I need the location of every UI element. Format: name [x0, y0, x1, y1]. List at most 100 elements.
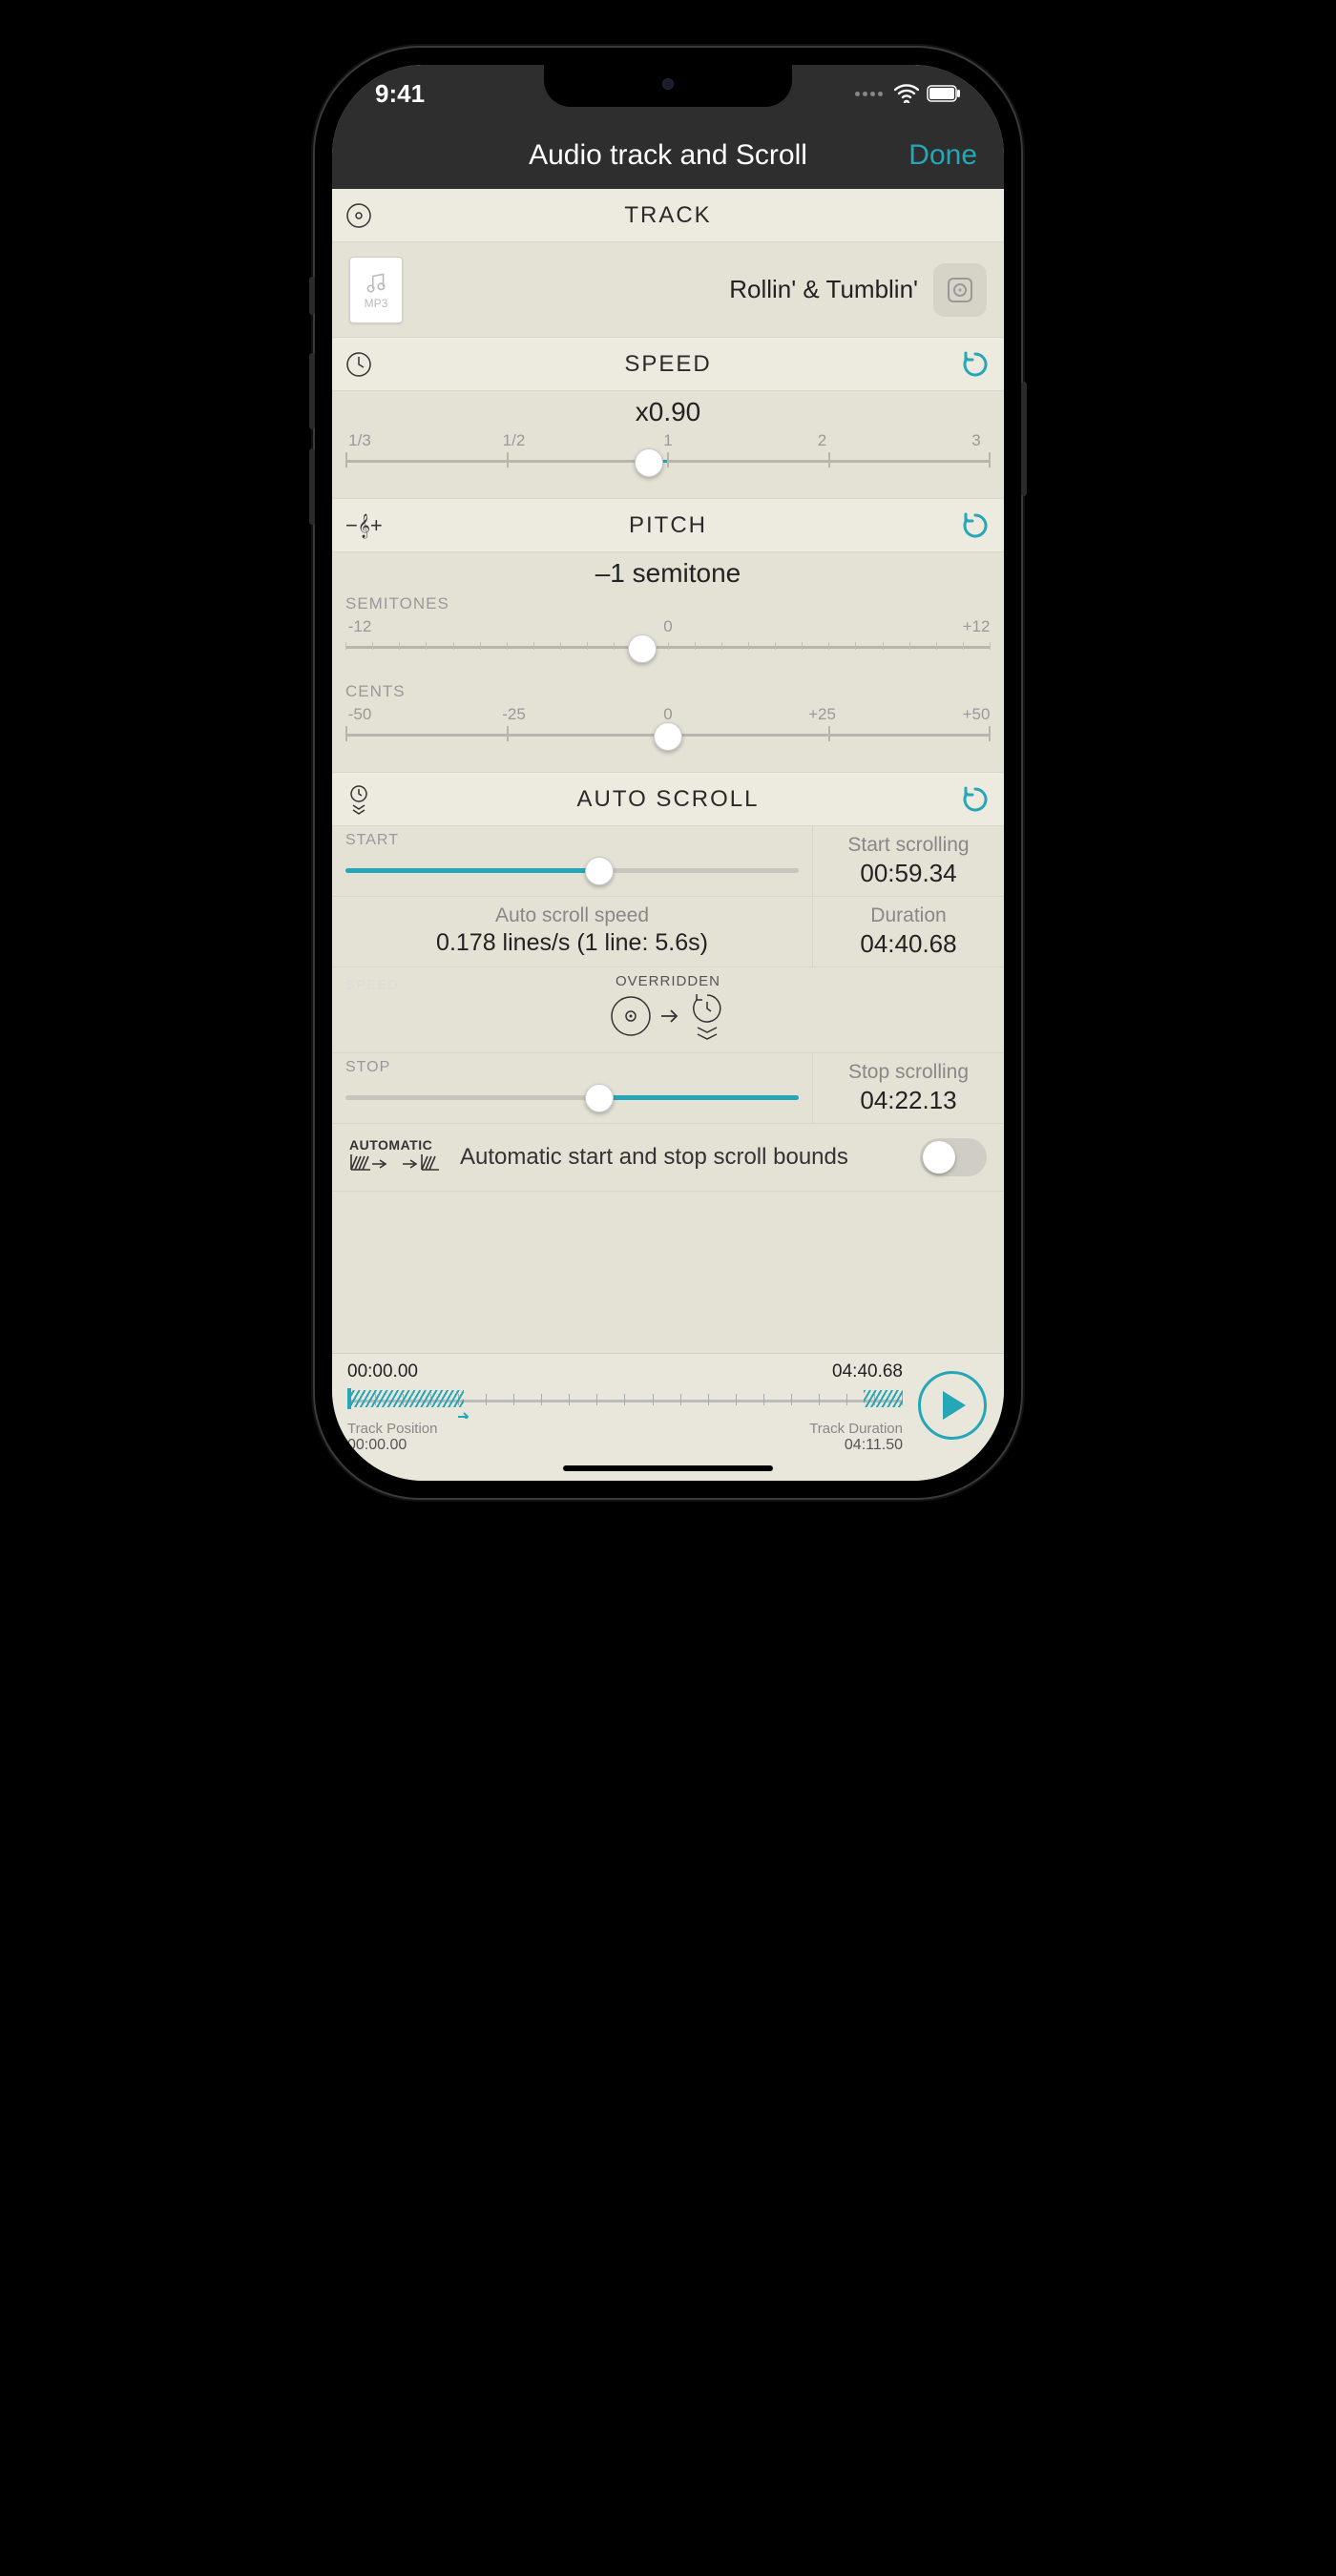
stop-scrolling-cell: Stop scrolling 04:22.13: [813, 1053, 1004, 1123]
page-title: Audio track and Scroll: [529, 139, 807, 172]
speed-reset-button[interactable]: [960, 349, 991, 380]
track-section-header: TRACK: [332, 189, 1004, 242]
pitch-panel: –1 semitone SEMITONES -12 0 +12 CENTS: [332, 552, 1004, 773]
volume-down-button: [309, 448, 315, 525]
tick-label: 1: [654, 431, 682, 450]
track-position-value: 00:00.00: [347, 1437, 407, 1454]
slider-thumb[interactable]: [628, 634, 657, 663]
disc-icon: [610, 995, 652, 1037]
slider-thumb[interactable]: [585, 857, 614, 885]
pitch-value: –1 semitone: [345, 558, 991, 589]
start-scrolling-value: 00:59.34: [825, 859, 992, 888]
play-button[interactable]: [918, 1371, 987, 1440]
semitones-label: SEMITONES: [345, 594, 991, 613]
semitones-slider[interactable]: -12 0 +12: [345, 617, 991, 665]
start-slider[interactable]: [345, 853, 799, 887]
cents-tick-labels: -50 -25 0 +25 +50: [345, 705, 991, 724]
duration-value: 04:40.68: [821, 929, 996, 959]
stop-scrolling-value: 04:22.13: [825, 1086, 992, 1115]
track-select-button[interactable]: [933, 263, 987, 317]
status-icons: [855, 84, 961, 103]
autoscroll-reset-button[interactable]: [960, 784, 991, 815]
autoscroll-speed-label: Auto scroll speed: [340, 904, 804, 927]
volume-up-button: [309, 353, 315, 429]
play-icon: [941, 1389, 970, 1422]
tick-label: -12: [345, 617, 374, 636]
phone-frame: 9:41 Audio track and Scroll Done: [315, 48, 1021, 1498]
autoscroll-stop-row: STOP Stop scrolling 04:22.13: [332, 1053, 1004, 1124]
overridden-row: SPEED OVERRIDDEN: [332, 967, 1004, 1053]
speed-header-label: SPEED: [332, 351, 1004, 378]
stop-scrolling-label: Stop scrolling: [825, 1061, 992, 1084]
timeline-cursor[interactable]: [347, 1388, 351, 1409]
cents-label: CENTS: [345, 682, 991, 701]
timeline-scrubber[interactable]: [347, 1386, 903, 1419]
tick-label: -50: [345, 705, 374, 724]
autoscroll-start-row: START Start scrolling 00:59.34: [332, 826, 1004, 897]
mp3-file-icon: MP3: [349, 257, 403, 323]
arrow-right-icon: [659, 1008, 680, 1025]
tick-label: +50: [962, 705, 991, 724]
pitch-section-header: −𝄞+ PITCH: [332, 499, 1004, 552]
scroll-clock-icon: [688, 991, 726, 1041]
pitch-header-label: PITCH: [332, 512, 1004, 539]
clock-icon: [345, 351, 372, 378]
tick-label: 0: [654, 617, 682, 636]
speed-tick-labels: 1/3 1/2 1 2 3: [345, 431, 991, 450]
screen: 9:41 Audio track and Scroll Done: [332, 65, 1004, 1481]
bounds-glyph-icon: [349, 1153, 445, 1177]
duration-label: Duration: [821, 904, 996, 927]
autoscroll-section-header: AUTO SCROLL: [332, 773, 1004, 826]
autoscroll-speed-value: 0.178 lines/s (1 line: 5.6s): [340, 929, 804, 957]
tick-label: 2: [808, 431, 837, 450]
tick-label: +12: [962, 617, 991, 636]
autoscroll-icon: [345, 784, 372, 815]
track-name: Rollin' & Tumblin': [403, 275, 933, 304]
tick-label: +25: [808, 705, 837, 724]
faint-speed-label: SPEED: [345, 977, 399, 993]
timeline-hatch: [347, 1390, 464, 1407]
footer-right-time: 04:40.68: [832, 1361, 903, 1382]
tick-label: 0: [654, 705, 682, 724]
tick-label: 3: [962, 431, 991, 450]
timeline-hatch: [864, 1390, 903, 1407]
auto-bounds-row: AUTOMATIC Automatic start and stop scrol…: [332, 1124, 1004, 1192]
wifi-icon: [894, 84, 919, 103]
auto-bounds-text: Automatic start and stop scroll bounds: [460, 1142, 905, 1172]
battery-icon: [927, 85, 961, 102]
side-button: [309, 277, 315, 315]
track-position-label: Track Position: [347, 1421, 437, 1437]
footer: 00:00.00 04:40.68 Track Position Track D…: [332, 1353, 1004, 1481]
timeline-marker-icon: [456, 1405, 471, 1419]
speed-value: x0.90: [345, 397, 991, 427]
slider-ticks: [345, 452, 991, 467]
auto-bounds-toggle[interactable]: [920, 1138, 987, 1176]
disc-icon: [345, 202, 372, 229]
done-button[interactable]: Done: [908, 139, 977, 172]
start-label: START: [345, 832, 799, 849]
track-duration-value: 04:11.50: [845, 1437, 903, 1454]
cents-slider[interactable]: -50 -25 0 +25 +50: [345, 705, 991, 753]
minor-ticks: [345, 642, 991, 652]
content: TRACK MP3 Rollin' & Tumblin' SPEED: [332, 189, 1004, 1481]
slider-thumb[interactable]: [654, 722, 682, 751]
mp3-badge-label: MP3: [365, 297, 388, 310]
slider-thumb[interactable]: [635, 448, 663, 477]
track-row[interactable]: MP3 Rollin' & Tumblin': [332, 242, 1004, 338]
tick-label: -25: [500, 705, 529, 724]
status-time: 9:41: [375, 79, 425, 109]
speed-slider[interactable]: 1/3 1/2 1 2 3: [345, 431, 991, 479]
auto-bounds-badge: AUTOMATIC: [349, 1137, 445, 1153]
power-button: [1021, 382, 1027, 496]
signal-dots-icon: [855, 92, 883, 96]
auto-bounds-icon: AUTOMATIC: [349, 1137, 445, 1177]
autoscroll-speed-row: Auto scroll speed 0.178 lines/s (1 line:…: [332, 897, 1004, 967]
stop-slider[interactable]: [345, 1080, 799, 1114]
pitch-reset-button[interactable]: [960, 510, 991, 541]
tick-label: 1/3: [345, 431, 374, 450]
start-scrolling-label: Start scrolling: [825, 834, 992, 857]
start-scrolling-cell: Start scrolling 00:59.34: [813, 826, 1004, 896]
spacer: [332, 1192, 1004, 1353]
tick-label: 1/2: [500, 431, 529, 450]
slider-thumb[interactable]: [585, 1084, 614, 1112]
